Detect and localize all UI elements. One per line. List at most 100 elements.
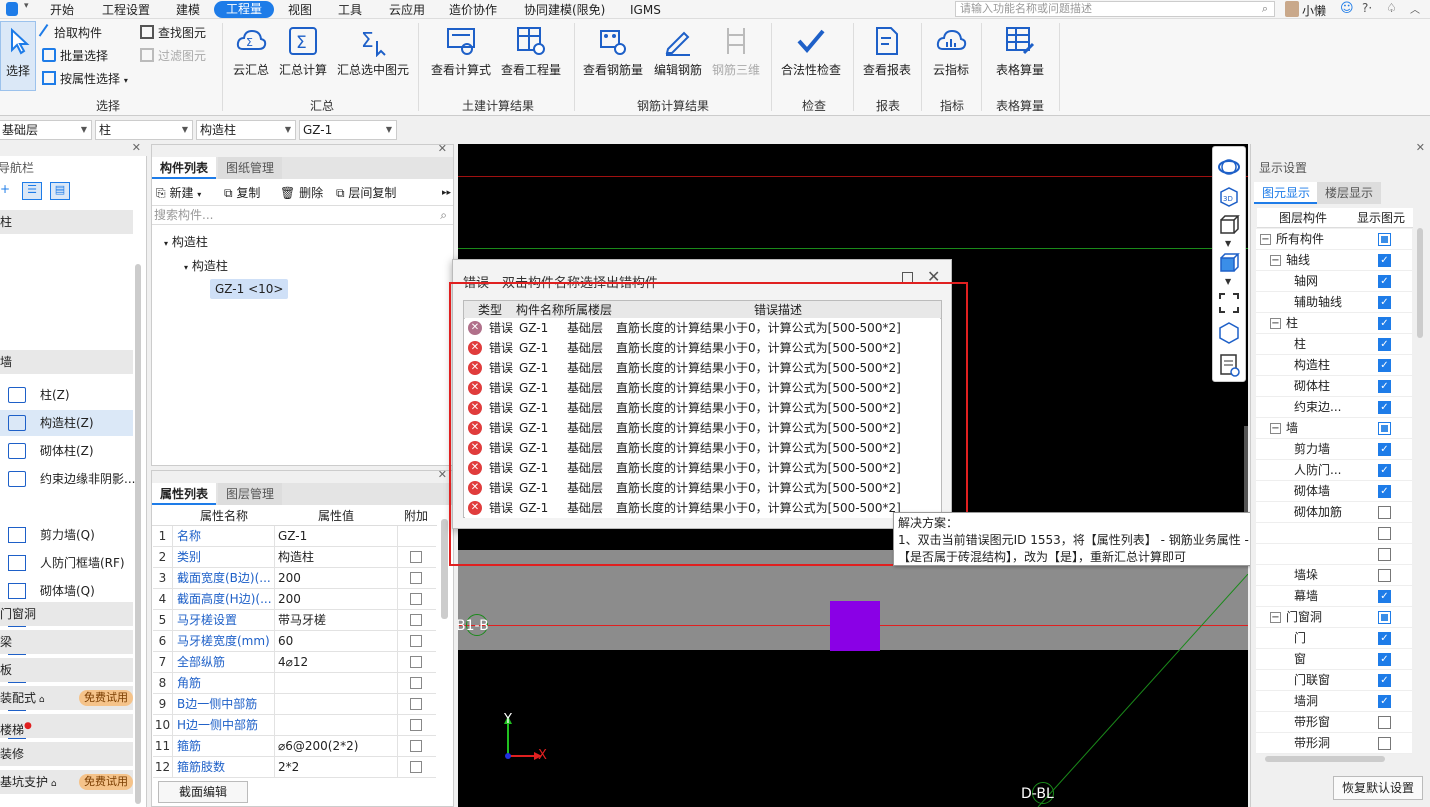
property-value[interactable]: 60 xyxy=(278,631,293,651)
legality-check-button[interactable]: 合法性检查 xyxy=(778,25,844,78)
extra-checkbox[interactable] xyxy=(410,551,422,563)
type-select[interactable]: 柱 ▼ xyxy=(95,120,193,140)
show-checkbox[interactable]: ✓ xyxy=(1378,632,1391,645)
layer-row[interactable]: 带形窗 xyxy=(1256,712,1412,733)
nav-category-stair[interactable]: 楼梯● xyxy=(0,714,133,738)
layer-row[interactable]: 带形洞 xyxy=(1256,733,1412,754)
layer-row[interactable]: 剪力墙 ✓ xyxy=(1256,439,1412,460)
nav-category-column[interactable]: 柱 xyxy=(0,210,133,234)
show-checkbox[interactable] xyxy=(1378,611,1391,624)
extra-checkbox[interactable] xyxy=(410,698,422,710)
layer-row[interactable]: 砌体墙 ✓ xyxy=(1256,481,1412,502)
layer-row[interactable]: − 门窗洞 xyxy=(1256,607,1412,628)
layer-row[interactable]: 构造柱 ✓ xyxy=(1256,355,1412,376)
cloud-summary-button[interactable]: Σ 云汇总 xyxy=(230,25,272,78)
property-value[interactable]: 2*2 xyxy=(278,757,299,777)
show-checkbox[interactable]: ✓ xyxy=(1378,674,1391,687)
copy-component-button[interactable]: ⧉ 复制 xyxy=(224,182,260,204)
chevron-down-icon[interactable]: ▼ xyxy=(1225,239,1231,248)
tab-element-display[interactable]: 图元显示 xyxy=(1254,182,1319,204)
property-row[interactable]: 8 角筋 xyxy=(153,673,436,694)
view-formula-button[interactable]: 查看计算式 xyxy=(428,25,494,78)
show-checkbox[interactable] xyxy=(1378,527,1391,540)
tree-node-child[interactable]: ▾ 构造柱 xyxy=(184,257,228,274)
pick-component-button[interactable]: 拾取构件 xyxy=(38,23,102,42)
tab-layer-manage[interactable]: 图层管理 xyxy=(218,483,283,505)
rebar-3d-button[interactable]: 钢筋三维 xyxy=(709,25,763,78)
layer-row[interactable]: 门联窗 ✓ xyxy=(1256,670,1412,691)
extra-checkbox[interactable] xyxy=(410,677,422,689)
tab-property-list[interactable]: 属性列表 xyxy=(152,483,217,505)
free-trial-badge[interactable]: 免费试用 xyxy=(79,774,133,790)
property-value[interactable]: 带马牙槎 xyxy=(278,610,326,630)
fullscreen-icon[interactable] xyxy=(1216,290,1242,316)
menu-8[interactable]: 造价协作 xyxy=(449,2,497,18)
property-row[interactable]: 5 马牙槎设置 带马牙槎 xyxy=(153,610,436,631)
extra-checkbox[interactable] xyxy=(410,614,422,626)
tree-toggle-icon[interactable]: − xyxy=(1270,612,1281,623)
tree-toggle-icon[interactable]: − xyxy=(1270,255,1281,266)
layer-row[interactable] xyxy=(1256,544,1412,565)
subtype-select[interactable]: 构造柱 ▼ xyxy=(196,120,296,140)
property-value[interactable]: ⌀6@200(2*2) xyxy=(278,736,358,756)
show-checkbox[interactable]: ✓ xyxy=(1378,338,1391,351)
help-icon[interactable]: ?· xyxy=(1362,1,1372,15)
nav-category-prefab[interactable]: 装配式 ⌂ 免费试用 xyxy=(0,686,133,710)
collapse-icon[interactable]: ︿ xyxy=(1410,1,1420,16)
layer-row[interactable]: 砌体柱 ✓ xyxy=(1256,376,1412,397)
component-select[interactable]: GZ-1 ▼ xyxy=(299,120,397,140)
3d-view-icon[interactable]: 3D xyxy=(1216,184,1242,210)
layer-row[interactable]: 轴网 ✓ xyxy=(1256,271,1412,292)
section-edit-button[interactable]: 截面编辑 xyxy=(158,781,248,803)
layer-row[interactable]: − 所有构件 xyxy=(1256,229,1412,250)
edit-rebar-button[interactable]: 编辑钢筋 xyxy=(651,25,705,78)
more-icon[interactable]: ▸▸ xyxy=(442,182,451,204)
chevron-down-icon[interactable]: ▼ xyxy=(1225,277,1231,286)
close-icon[interactable]: ✕ xyxy=(1416,141,1425,154)
show-checkbox[interactable] xyxy=(1378,233,1391,246)
tree-node-gz1[interactable]: GZ-1 <10> xyxy=(210,279,289,299)
extra-checkbox[interactable] xyxy=(410,572,422,584)
solid-cube-icon[interactable] xyxy=(1216,250,1242,276)
find-element-button[interactable]: 查找图元 xyxy=(140,24,206,42)
nav-item-col-2[interactable]: 砌体柱(Z) xyxy=(0,438,133,464)
nav-category-deco[interactable]: 装修 xyxy=(0,742,133,766)
nav-category-slab[interactable]: 板 xyxy=(0,658,133,682)
display-horizontal-scroll[interactable] xyxy=(1265,756,1385,762)
app-logo-icon[interactable] xyxy=(6,2,18,16)
nav-item-col-0[interactable]: 柱(Z) xyxy=(0,382,133,408)
extra-checkbox[interactable] xyxy=(410,635,422,647)
select-button[interactable]: 选择 xyxy=(0,21,36,91)
display-vertical-scroll[interactable] xyxy=(1417,228,1423,338)
show-checkbox[interactable]: ✓ xyxy=(1378,653,1391,666)
property-row[interactable]: 1 名称 GZ-1 xyxy=(153,526,436,547)
show-checkbox[interactable]: ✓ xyxy=(1378,401,1391,414)
menu-7[interactable]: 云应用 xyxy=(389,2,425,18)
show-checkbox[interactable]: ✓ xyxy=(1378,380,1391,393)
menu-9[interactable]: 协同建模(限免) xyxy=(524,2,605,18)
filter-element-button[interactable]: 过滤图元 xyxy=(140,47,206,65)
layer-row[interactable]: 人防门... ✓ xyxy=(1256,460,1412,481)
menu-6[interactable]: 工具 xyxy=(338,2,362,18)
close-icon[interactable]: ✕ xyxy=(438,468,447,481)
menu-2[interactable]: 工程设置 xyxy=(102,2,150,18)
layer-row[interactable]: − 柱 ✓ xyxy=(1256,313,1412,334)
close-icon[interactable]: ✕ xyxy=(438,142,447,155)
show-checkbox[interactable]: ✓ xyxy=(1378,443,1391,456)
list-view-icon[interactable]: ☰ xyxy=(22,182,42,200)
construction-column-gz1[interactable] xyxy=(830,601,880,651)
show-checkbox[interactable] xyxy=(1378,422,1391,435)
menu-5[interactable]: 视图 xyxy=(288,2,312,18)
close-icon[interactable]: ✕ xyxy=(132,141,141,154)
show-checkbox[interactable] xyxy=(1378,737,1391,750)
display-list-icon[interactable] xyxy=(1216,352,1242,378)
property-row[interactable]: 4 截面高度(H边)(... 200 xyxy=(153,589,436,610)
show-checkbox[interactable]: ✓ xyxy=(1378,254,1391,267)
show-checkbox[interactable]: ✓ xyxy=(1378,275,1391,288)
layer-row[interactable]: − 墙 xyxy=(1256,418,1412,439)
free-trial-badge[interactable]: 免费试用 xyxy=(79,690,133,706)
view-report-button[interactable]: 查看报表 xyxy=(860,25,914,78)
nav-category-beam[interactable]: 梁 xyxy=(0,630,133,654)
show-checkbox[interactable]: ✓ xyxy=(1378,464,1391,477)
batch-select-button[interactable]: 批量选择 xyxy=(42,47,108,65)
